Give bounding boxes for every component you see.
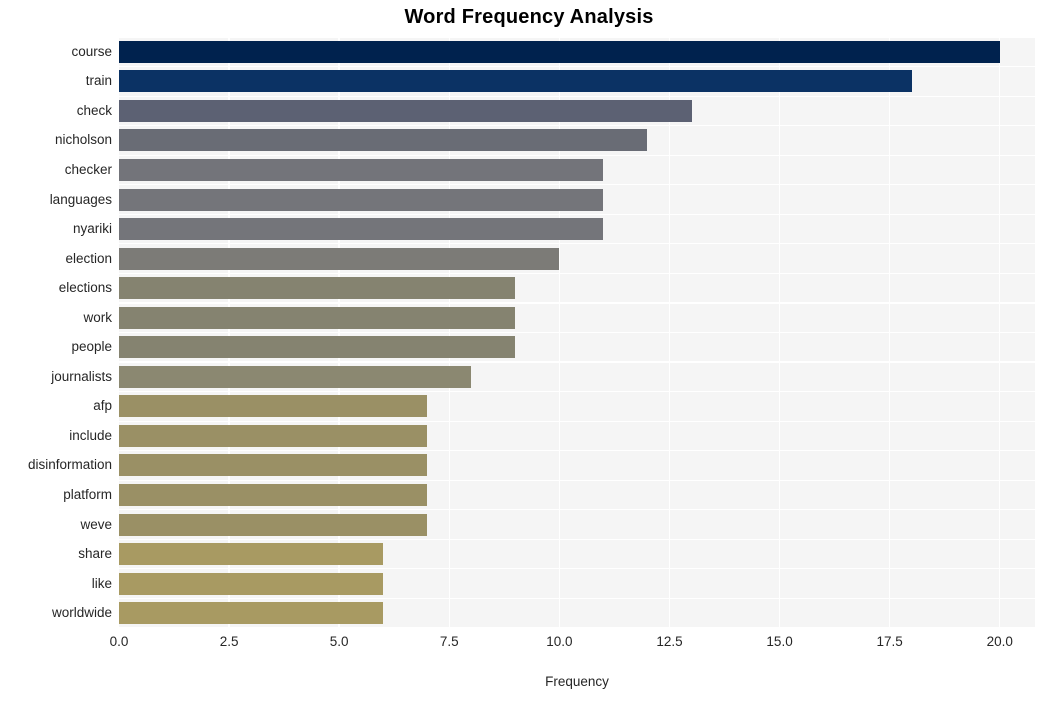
bar (119, 129, 648, 152)
y-tick-label: journalists (51, 368, 112, 384)
gridline-y (119, 302, 1035, 304)
gridline-y (119, 331, 1035, 334)
x-tick-label: 12.5 (656, 634, 683, 649)
gridline-y (119, 213, 1035, 215)
y-tick-label: nicholson (54, 132, 112, 148)
gridline-x (668, 37, 671, 628)
bar (119, 40, 1000, 63)
gridline-y (119, 95, 1035, 97)
bar (119, 484, 428, 507)
y-tick-label: weve (80, 516, 112, 532)
gridline-y (119, 597, 1035, 600)
bar (119, 543, 384, 566)
bar (119, 247, 560, 270)
chart-title: Word Frequency Analysis (404, 6, 654, 28)
x-axis-tick-labels: 0.0 2.5 5.0 7.5 10.0 12.5 15.0 17.5 20.0 (0, 634, 1058, 656)
gridline-x (558, 37, 561, 628)
y-tick-label: share (78, 546, 112, 562)
x-axis-title: Frequency (545, 674, 609, 689)
gridline-y (119, 509, 1035, 511)
bar (119, 70, 912, 93)
chart-figure: Word Frequency Analysis course train check… (0, 0, 1058, 701)
gridline-x (448, 37, 450, 628)
gridline-y (119, 450, 1035, 452)
gridline-y (119, 538, 1035, 540)
y-tick-label: checker (64, 161, 112, 177)
y-tick-label: train (85, 73, 112, 89)
bar (119, 513, 428, 536)
bar (119, 277, 516, 300)
y-tick-label: afp (93, 398, 112, 414)
gridline-y (119, 568, 1035, 570)
gridline-x (888, 37, 891, 628)
bar (119, 158, 604, 181)
gridline-y (119, 37, 1035, 38)
bar (119, 572, 384, 595)
bar (119, 306, 516, 329)
y-tick-label: people (71, 339, 112, 355)
gridline-y (119, 361, 1035, 363)
gridline-y (119, 184, 1035, 186)
bar (119, 218, 604, 241)
bar (119, 365, 472, 388)
plot-area (119, 37, 1035, 628)
y-tick-label: languages (49, 191, 112, 207)
gridline-y (119, 125, 1035, 127)
y-tick-label: disinformation (27, 457, 112, 473)
gridline-x (999, 37, 1001, 628)
x-tick-label: 10.0 (546, 634, 573, 649)
bar (119, 602, 384, 625)
bar (119, 99, 692, 122)
gridline-y (119, 391, 1035, 393)
y-tick-label: elections (58, 280, 112, 296)
gridline-x (228, 37, 230, 628)
gridline-y (119, 65, 1035, 68)
y-tick-label: course (71, 43, 112, 59)
y-tick-label: platform (63, 487, 112, 503)
x-tick-label: 17.5 (876, 634, 903, 649)
x-tick-label: 20.0 (986, 634, 1013, 649)
gridline-y (119, 479, 1035, 481)
bar (119, 424, 428, 447)
x-tick-label: 2.5 (219, 634, 239, 649)
x-tick-label: 5.0 (329, 634, 349, 649)
bar (119, 454, 428, 477)
gridline-x (338, 37, 340, 628)
y-tick-label: election (65, 250, 112, 266)
x-tick-label: 15.0 (766, 634, 793, 649)
gridline-y (119, 420, 1035, 422)
gridline-y (119, 154, 1035, 156)
x-tick-label: 0.0 (109, 634, 129, 649)
y-tick-label: include (69, 427, 112, 443)
gridline-y (119, 243, 1035, 245)
y-tick-label: check (76, 102, 112, 118)
gridline-x (778, 37, 781, 628)
x-tick-label: 7.5 (439, 634, 459, 649)
gridline-y (119, 272, 1035, 274)
bar (119, 188, 604, 211)
y-tick-label: worldwide (51, 605, 112, 621)
bar (119, 395, 428, 418)
y-tick-label: like (91, 575, 112, 591)
y-axis-tick-labels: course train check nicholson checker language… (0, 37, 112, 628)
y-tick-label: nyariki (72, 221, 112, 237)
y-tick-label: work (83, 309, 112, 325)
gridline-y (119, 627, 1035, 628)
bar (119, 336, 516, 359)
